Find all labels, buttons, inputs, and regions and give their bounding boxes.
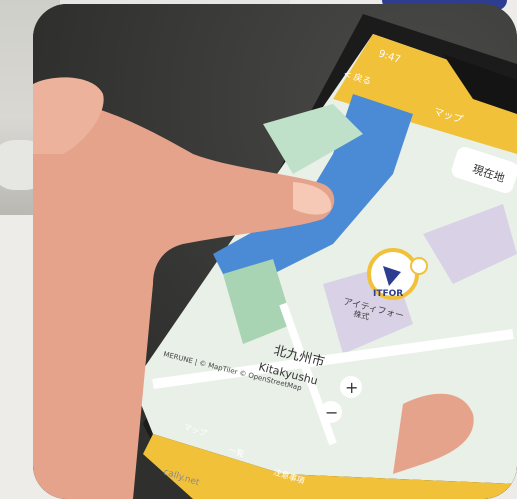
phone-scene: 現在地 ITFOR アイティフォー 株式 北九州市 Kitakyushu MER… (33, 14, 517, 499)
main-photo: 現在地 ITFOR アイティフォー 株式 北九州市 Kitakyushu MER… (33, 4, 517, 499)
zoom-out-button[interactable]: − (320, 401, 342, 423)
pin-logo-text: ITFOR (373, 289, 403, 299)
zoom-out-label: − (325, 403, 338, 422)
zoom-in-label: + (345, 378, 358, 397)
zoom-in-button[interactable]: + (340, 376, 362, 398)
